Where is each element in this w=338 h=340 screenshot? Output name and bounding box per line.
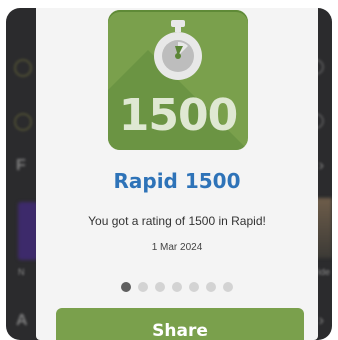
pagination-dot[interactable] xyxy=(206,282,216,292)
achievement-date: 1 Mar 2024 xyxy=(151,242,203,253)
clock-icon xyxy=(14,113,32,131)
chevron-right-icon: › xyxy=(318,312,324,329)
pagination-dot[interactable] xyxy=(155,282,165,292)
share-button[interactable]: Share xyxy=(56,308,304,340)
achievement-card: 1500 Rapid 1500 You got a rating of 1500… xyxy=(36,8,318,340)
pagination-dot[interactable] xyxy=(223,282,233,292)
badge-rating-number: 1500 xyxy=(118,90,238,141)
chevron-right-icon: › xyxy=(318,157,324,174)
section-letter: A xyxy=(16,312,28,329)
pagination-dot[interactable] xyxy=(121,282,131,292)
pagination-dot[interactable] xyxy=(138,282,148,292)
rating-badge: 1500 xyxy=(108,10,248,150)
pagination-dot[interactable] xyxy=(172,282,182,292)
pagination-dot[interactable] xyxy=(189,282,199,292)
clock-icon xyxy=(14,59,32,77)
achievement-title: Rapid 1500 xyxy=(113,169,241,193)
achievement-message: You got a rating of 1500 in Rapid! xyxy=(88,214,266,228)
app-background: F › N ride A › 1500 Rapid 1500 You got a… xyxy=(6,8,332,340)
section-letter: F xyxy=(16,157,26,174)
pagination-dots xyxy=(36,282,318,292)
thumbnail xyxy=(18,202,38,260)
thumbnail-caption: N xyxy=(18,267,25,277)
stopwatch-icon xyxy=(154,20,202,80)
